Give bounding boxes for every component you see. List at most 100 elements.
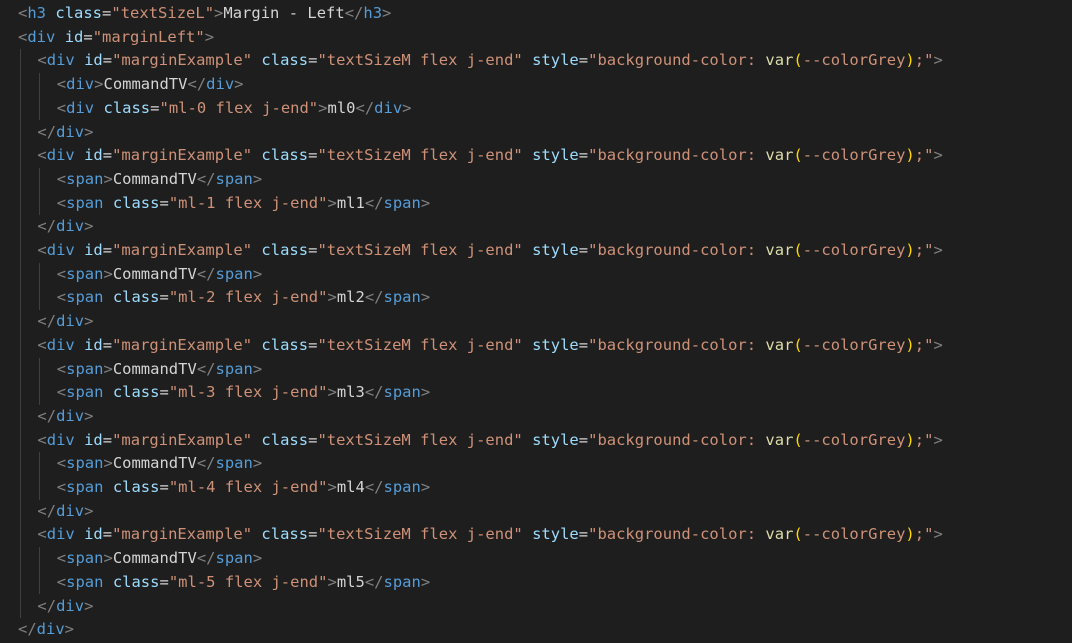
code-line[interactable]: <span class="ml-2 flex j-end">ml2</span>	[18, 286, 430, 310]
code-token-text: =	[102, 51, 113, 70]
code-line[interactable]: </div>	[18, 595, 93, 619]
code-token-string: "background-color:	[588, 51, 766, 70]
code-token-string: "ml-3 flex j-end"	[168, 383, 328, 402]
code-token-text: =	[578, 430, 589, 449]
code-token-tag: div	[46, 525, 75, 544]
code-line[interactable]: <div>CommandTV</div>	[18, 73, 244, 97]
code-line[interactable]: <span>CommandTV</span>	[18, 168, 262, 192]
code-token-punctuation: >	[234, 75, 244, 94]
code-line[interactable]: <span>CommandTV</span>	[18, 263, 262, 287]
code-line[interactable]: </div>	[18, 310, 93, 334]
code-line[interactable]: <div id="marginExample" class="textSizeM…	[18, 144, 942, 168]
code-line[interactable]: <div id="marginExample" class="textSizeM…	[18, 239, 942, 263]
code-token-tag: span	[215, 359, 253, 378]
code-token-text: =	[102, 335, 113, 354]
code-token-punctuation: >	[327, 383, 337, 402]
code-token-string: --colorGrey	[802, 146, 906, 165]
code-token-punctuation: >	[420, 572, 431, 591]
code-line[interactable]: <div class="ml-0 flex j-end">ml0</div>	[18, 97, 412, 121]
code-token-tag: div	[56, 501, 85, 520]
code-token-tag: span	[66, 478, 104, 496]
code-token-tag: span	[66, 359, 104, 378]
code-token-string: "textSizeL"	[111, 4, 215, 22]
code-token-punctuation: <	[37, 146, 47, 165]
code-token-attribute: class	[112, 478, 160, 496]
code-token-tag: span	[66, 264, 104, 283]
code-token-punctuation: >	[933, 525, 943, 544]
code-token-text: ml3	[336, 383, 365, 402]
code-line[interactable]: <div id="marginExample" class="textSizeM…	[18, 429, 942, 453]
code-token-punctuation: </	[187, 75, 207, 94]
code-line[interactable]: </div>	[18, 405, 93, 429]
code-token-bracket: (	[793, 430, 803, 449]
code-token-string: ;"	[914, 525, 934, 544]
code-token-punctuation: >	[204, 27, 215, 46]
code-token-text: ml5	[336, 572, 365, 591]
code-line[interactable]: </div>	[18, 500, 93, 524]
code-line[interactable]: <span>CommandTV</span>	[18, 452, 262, 476]
code-token-tag: span	[215, 549, 253, 568]
code-token-bracket: (	[793, 51, 803, 70]
code-token-punctuation: >	[420, 478, 431, 496]
code-token-punctuation: <	[18, 4, 28, 22]
code-line[interactable]: <span>CommandTV</span>	[18, 358, 262, 382]
code-line[interactable]: <div id="marginLeft">	[18, 26, 214, 50]
code-token-attribute: id	[64, 27, 84, 46]
code-token-attribute: class	[112, 572, 160, 591]
code-token-punctuation: </	[18, 620, 37, 639]
code-token-punctuation: >	[327, 572, 337, 591]
code-line[interactable]: <span class="ml-5 flex j-end">ml5</span>	[18, 571, 430, 595]
code-token-punctuation: </	[37, 217, 57, 236]
code-token-punctuation: </	[37, 501, 57, 520]
code-line[interactable]: <div id="marginExample" class="textSizeM…	[18, 334, 942, 358]
code-token-tag: div	[66, 75, 95, 94]
code-token-punctuation: >	[252, 549, 263, 568]
code-line[interactable]: <div id="marginExample" class="textSizeM…	[18, 523, 943, 547]
code-line[interactable]: <span class="ml-4 flex j-end">ml4</span>	[18, 476, 430, 500]
code-token-tag: div	[374, 98, 403, 117]
code-token-punctuation: >	[84, 596, 94, 615]
code-token-text: =	[578, 241, 589, 259]
code-token-string: --colorGrey	[802, 525, 906, 544]
code-token-string: --colorGrey	[802, 51, 906, 70]
code-token-punctuation: </	[37, 122, 57, 141]
code-token-punctuation: <	[56, 288, 67, 307]
code-token-attribute: id	[84, 430, 103, 449]
code-line[interactable]: </div>	[18, 618, 74, 642]
code-token-function: var	[765, 430, 794, 449]
code-token-attribute: class	[112, 288, 160, 307]
code-editor[interactable]: <h3 class="textSizeL">Margin - Left</h3>…	[0, 0, 1072, 643]
code-line[interactable]: </div>	[18, 121, 93, 145]
code-token-text: =	[102, 525, 113, 544]
code-token-function: var	[765, 525, 794, 544]
code-token-punctuation: <	[56, 478, 67, 496]
code-line[interactable]: </div>	[18, 215, 93, 239]
code-token-string: "ml-5 flex j-end"	[168, 572, 328, 591]
code-token-punctuation: >	[84, 312, 94, 331]
code-token-bracket: )	[905, 525, 915, 544]
code-line[interactable]: <span class="ml-3 flex j-end">ml3</span>	[18, 381, 430, 405]
code-token-punctuation: >	[382, 4, 392, 22]
code-line[interactable]: <h3 class="textSizeL">Margin - Left</h3>	[18, 2, 391, 26]
code-token-attribute: class	[103, 98, 151, 117]
code-token-function: var	[765, 146, 794, 165]
code-line[interactable]: <div id="marginExample" class="textSizeM…	[18, 49, 942, 73]
code-token-tag: div	[66, 98, 95, 117]
code-token-string: "background-color:	[588, 146, 766, 165]
code-line[interactable]: <span class="ml-1 flex j-end">ml1</span>	[18, 192, 430, 216]
code-token-punctuation: <	[56, 359, 67, 378]
code-token-string: "background-color:	[588, 430, 766, 449]
code-token-punctuation: <	[56, 383, 67, 402]
code-token-string: "background-color:	[588, 241, 766, 259]
code-token-punctuation: </	[364, 383, 384, 402]
code-token-text: ml4	[336, 478, 365, 496]
code-token-bracket: (	[793, 335, 803, 354]
code-token-punctuation: </	[355, 98, 375, 117]
code-token-string: "textSizeM flex j-end"	[317, 241, 523, 259]
code-line[interactable]: <span>CommandTV</span>	[18, 547, 262, 571]
code-token-attribute: class	[261, 430, 309, 449]
code-token-punctuation: >	[103, 169, 113, 188]
